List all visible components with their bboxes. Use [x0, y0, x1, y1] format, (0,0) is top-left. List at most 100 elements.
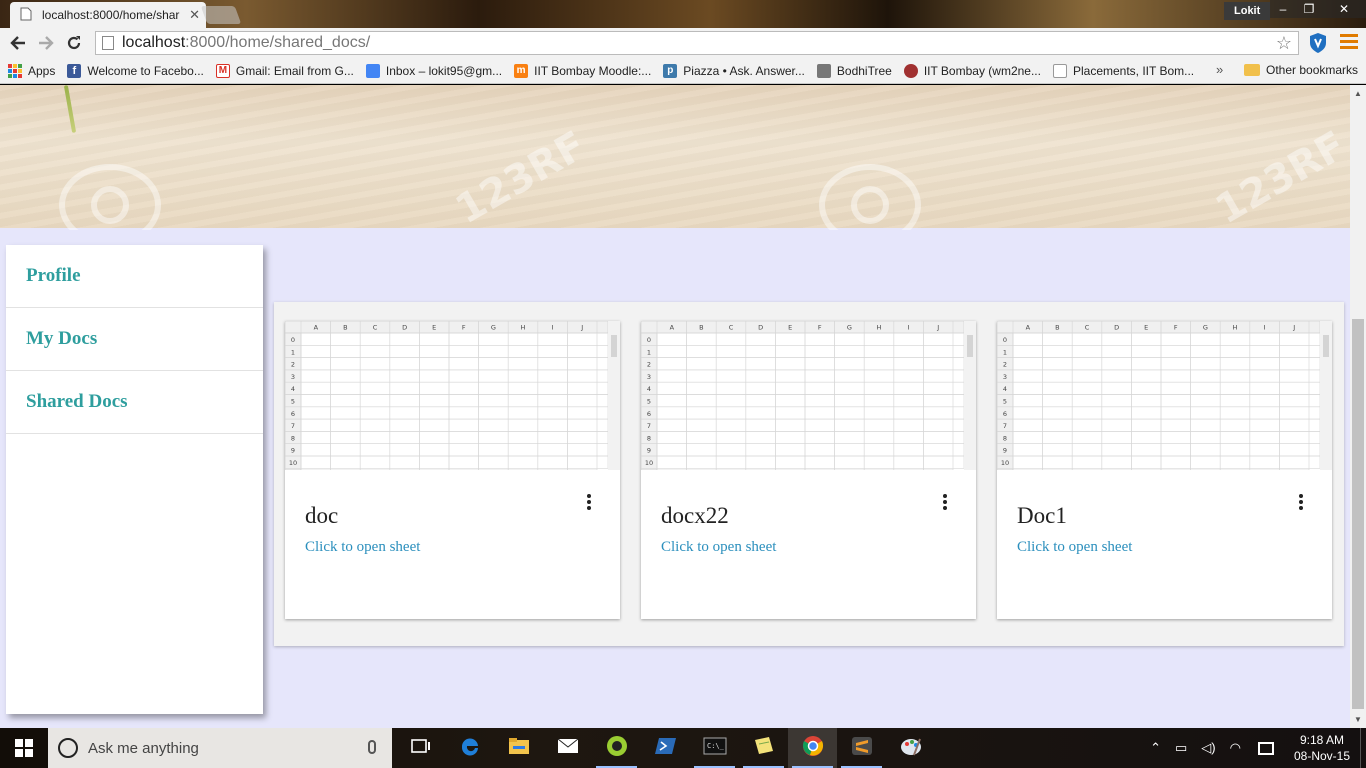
bookmark-star-icon[interactable]: ☆	[1276, 33, 1292, 54]
shield-extension-icon[interactable]	[1308, 32, 1328, 54]
row-header: 9	[647, 447, 651, 455]
bookmark-facebook[interactable]: f Welcome to Facebo...	[67, 63, 204, 78]
bookmark-piazza[interactable]: p Piazza • Ask. Answer...	[663, 63, 805, 78]
close-window-button[interactable]: ✕	[1322, 0, 1366, 18]
bookmarks-overflow-button[interactable]: »	[1216, 62, 1223, 77]
wifi-icon[interactable]: ◠	[1230, 740, 1241, 756]
cortana-app-icon	[606, 735, 628, 762]
sidebar-item-shared-docs[interactable]: Shared Docs	[6, 371, 263, 434]
row-header: 9	[1003, 447, 1007, 455]
task-view-icon	[410, 738, 431, 759]
volume-icon[interactable]: ◁)	[1201, 740, 1215, 756]
chrome-icon	[802, 735, 824, 762]
sheet-preview-image: A B C D E F G H I J 0 1 2 3 4 5 6 7 8 9 10	[285, 321, 620, 470]
new-tab-button[interactable]	[200, 6, 242, 24]
taskbar-cmd[interactable]: C:\_	[690, 728, 739, 768]
url-host: localhost	[122, 34, 186, 51]
scroll-up-arrow-icon[interactable]: ▲	[1354, 89, 1362, 98]
taskbar-sublime[interactable]	[837, 728, 886, 768]
show-desktop-button[interactable]	[1360, 728, 1366, 768]
column-header: I	[552, 324, 554, 332]
reload-button[interactable]	[60, 29, 88, 57]
taskbar-clock[interactable]: 9:18 AM 08-Nov-15	[1294, 732, 1350, 764]
cortana-icon	[58, 738, 78, 758]
taskbar-chrome[interactable]	[788, 728, 837, 768]
bookmark-bodhitree[interactable]: BodhiTree	[816, 63, 892, 78]
bookmark-label: BodhiTree	[836, 63, 892, 78]
doc-card[interactable]: A B C D E F G H I J 0 1 2 3 4 5 6 7 8 9 10 docx22 Click to o…	[641, 321, 976, 619]
column-header: G	[847, 324, 852, 332]
address-bar[interactable]: localhost :8000/home/shared_docs/ ☆	[95, 31, 1299, 55]
row-header: 2	[1003, 361, 1007, 369]
row-header: 8	[647, 434, 651, 442]
column-header: C	[373, 324, 378, 332]
watermark-logo	[59, 164, 161, 230]
scrollbar-thumb[interactable]	[1352, 319, 1364, 709]
row-header: 3	[291, 373, 295, 381]
more-options-icon[interactable]	[585, 494, 593, 512]
bookmark-moodle[interactable]: m IIT Bombay Moodle:...	[514, 63, 652, 78]
mail-icon	[557, 738, 579, 759]
column-header: G	[1203, 324, 1208, 332]
bookmark-label: Piazza • Ask. Answer...	[683, 63, 805, 78]
open-sheet-link[interactable]: Click to open sheet	[661, 539, 776, 556]
page-scrollbar[interactable]: ▲ ▼	[1350, 85, 1366, 728]
more-options-icon[interactable]	[1297, 494, 1305, 512]
cortana-search-box[interactable]: Ask me anything	[48, 728, 392, 768]
taskbar-cortana-app[interactable]	[592, 728, 641, 768]
other-bookmarks-folder[interactable]: Other bookmarks	[1244, 63, 1358, 77]
doc-card[interactable]: A B C D E F G H I J 0 1 2 3 4 5 6 7 8 9 10 doc Click to open…	[285, 321, 620, 619]
clock-time: 9:18 AM	[1299, 733, 1344, 747]
back-button[interactable]	[4, 29, 32, 57]
restore-button[interactable]: ❐	[1296, 0, 1322, 18]
row-header: 3	[647, 373, 651, 381]
notes-icon	[753, 736, 775, 761]
watermark-logo	[819, 164, 921, 230]
sublime-icon	[851, 736, 873, 761]
taskbar-notes[interactable]	[739, 728, 788, 768]
doc-title: Doc1	[1017, 503, 1067, 528]
chevron-up-icon[interactable]: ⌃	[1150, 740, 1161, 756]
start-button[interactable]	[0, 728, 48, 768]
more-options-icon[interactable]	[941, 494, 949, 512]
browser-tab[interactable]: localhost:8000/home/shar ✕	[10, 2, 206, 28]
profile-button[interactable]: Lokit	[1224, 2, 1271, 20]
minimize-button[interactable]: –	[1270, 0, 1296, 18]
action-center-icon[interactable]	[1257, 741, 1274, 755]
row-header: 1	[1003, 348, 1007, 356]
doc-card[interactable]: A B C D E F G H I J 0 1 2 3 4 5 6 7 8 9 10 Doc1 Click to ope…	[997, 321, 1332, 619]
taskbar-task-view[interactable]	[396, 728, 445, 768]
microphone-icon[interactable]	[368, 740, 376, 754]
taskbar-file-explorer[interactable]	[494, 728, 543, 768]
bookmark-gmail[interactable]: M Gmail: Email from G...	[215, 63, 354, 78]
bookmark-iitb[interactable]: IIT Bombay (wm2ne...	[903, 63, 1041, 78]
bookmark-apps[interactable]: Apps	[8, 63, 55, 78]
column-header: D	[758, 324, 763, 332]
powershell-icon	[654, 737, 677, 760]
bodhitree-icon	[816, 63, 831, 78]
chrome-menu-icon[interactable]	[1340, 34, 1358, 52]
column-header: I	[908, 324, 910, 332]
battery-icon[interactable]: ▭	[1175, 740, 1187, 756]
svg-text:C:\_: C:\_	[707, 742, 725, 750]
taskbar-paint[interactable]	[886, 728, 935, 768]
taskbar-mail[interactable]	[543, 728, 592, 768]
open-sheet-link[interactable]: Click to open sheet	[1017, 539, 1132, 556]
tab-close-icon[interactable]: ✕	[189, 7, 200, 23]
open-sheet-link[interactable]: Click to open sheet	[305, 539, 420, 556]
taskbar-powershell[interactable]	[641, 728, 690, 768]
windows-logo-icon	[15, 739, 33, 757]
taskbar-edge[interactable]	[445, 728, 494, 768]
scroll-down-arrow-icon[interactable]: ▼	[1354, 715, 1362, 724]
row-header: 4	[291, 385, 295, 393]
bookmark-inbox[interactable]: Inbox – lokit95@gm...	[365, 63, 502, 78]
sidebar-item-my-docs[interactable]: My Docs	[6, 308, 263, 371]
file-explorer-icon	[508, 737, 530, 760]
bookmark-placements[interactable]: Placements, IIT Bom...	[1052, 63, 1194, 78]
gmail-icon: M	[215, 63, 230, 78]
bookmark-label: IIT Bombay Moodle:...	[534, 63, 652, 78]
facebook-icon: f	[67, 63, 82, 78]
sidebar-item-profile[interactable]: Profile	[6, 245, 263, 308]
forward-button[interactable]	[32, 29, 60, 57]
column-header: H	[877, 324, 882, 332]
